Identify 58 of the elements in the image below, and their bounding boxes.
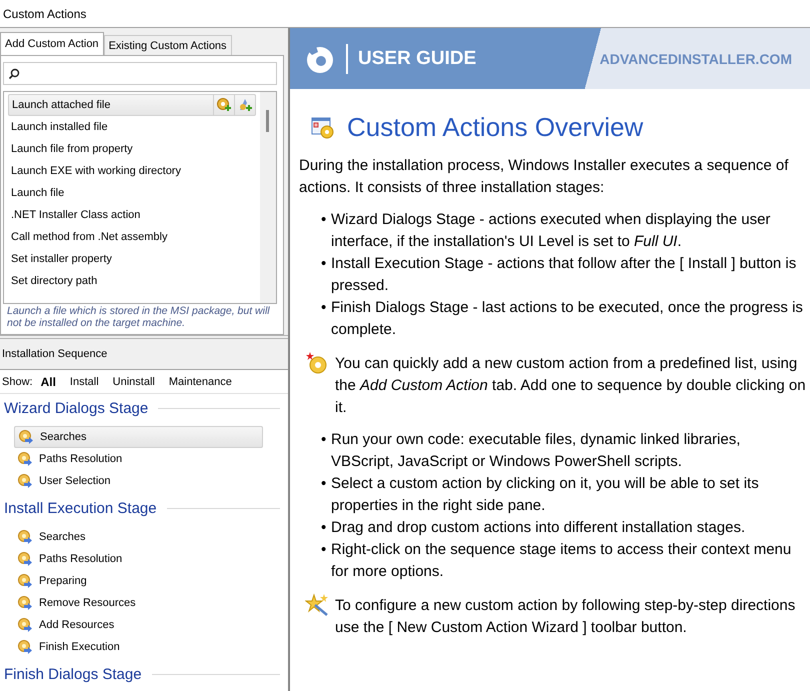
filter-link[interactable]: All [40,374,56,388]
intro-paragraph: During the installation process, Windows Installer executes a sequence of actions. It consists of three installation stages: [299,156,790,198]
sequence-item[interactable]: Add Resources [14,614,263,636]
stage-title: Wizard Dialogs Stage [4,400,148,416]
bullet-marker: • [321,210,328,230]
new-gear-icon [305,351,329,375]
action-description: Launch a file which is stored in the MSI package, but will not be installed on the target machine. [6,304,271,330]
bullet-marker: • [321,430,328,450]
list-item[interactable]: .NET Installer Class action [8,204,256,226]
bullet-text: Install Execution Stage - actions that follow after the [ Install ] button is pressed. [331,254,798,296]
list-item[interactable]: Set installer property [8,248,256,270]
bullet-text: Select a custom action by clicking on it, you will be able to set its properties in the right side pane. [331,474,760,516]
bullet-marker: • [321,518,328,538]
sequence-item[interactable]: Paths Resolution [14,548,263,570]
sequence-item[interactable]: Paths Resolution [14,448,263,470]
bullet-marker: • [321,540,328,560]
sequence-item[interactable]: Remove Resources [14,592,263,614]
list-item[interactable]: Launch file [8,182,256,204]
panel-title: Installation Sequence [2,348,108,360]
bullet-marker: • [321,474,328,494]
bullet-text: Drag and drop custom actions into different installation stages. [331,518,746,538]
list-item[interactable]: Launch EXE with working directory [8,160,256,182]
page-heading: Custom Actions Overview [347,111,644,143]
search-field[interactable] [3,62,277,85]
add-script-icon[interactable] [234,95,255,115]
window-gear-icon [311,115,335,139]
sequence-item[interactable]: Searches [14,426,263,448]
banner-title: USER GUIDE [358,48,476,70]
list-item[interactable]: Launch file from property [8,138,256,160]
tab[interactable]: Existing Custom Actions [104,35,232,55]
filter-link[interactable]: Install [70,376,99,388]
list-item[interactable]: Launch installed file [8,116,256,138]
sequence-item[interactable]: Preparing [14,570,263,592]
magic-wand-icon [305,593,329,617]
filter-link[interactable]: Uninstall [112,376,155,388]
bullet-text: Wizard Dialogs Stage - actions executed when displaying the user interface, if the installation's UI Level is set to Full UI. [331,210,772,252]
bullet-text: Run your own code: executable files, dynamic linked libraries, VBScript, JavaScript or Windows PowerShell scripts. [331,430,742,472]
scrollbar[interactable] [260,92,276,303]
stage-title: Finish Dialogs Stage [4,666,142,682]
sequence-item[interactable]: Finish Execution [14,636,263,658]
bullet-text: Finish Dialogs Stage - last actions to be executed, once the progress is complete. [331,298,804,340]
search-icon [8,68,20,80]
list-item[interactable]: Call method from .Net assembly [8,226,256,248]
add-gear-icon[interactable] [213,95,234,115]
filter-link[interactable]: Maintenance [168,376,232,388]
window-title: Custom Actions [3,6,86,20]
show-label: Show: [2,376,33,388]
bullet-marker: • [321,298,328,318]
bullet-text: Right-click on the sequence stage items to access their context menu for more options. [331,540,792,582]
stage-title: Install Execution Stage [4,500,157,516]
tab[interactable]: Add Custom Action [0,32,104,55]
list-item[interactable]: Launch attached file [8,94,256,116]
sequence-item[interactable]: User Selection [14,470,263,492]
list-item[interactable]: Set directory path [8,270,256,292]
tip-paragraph: To configure a new custom action by following step-by-step directions use the [ New Custom Action Wizard ] toolbar button. [335,596,796,638]
sequence-item[interactable]: Searches [14,526,263,548]
bullet-marker: • [321,254,328,274]
tip-paragraph: You can quickly add a new custom action from a predefined list, using the Add Custom Action tab. Add one to sequence by double clicking on it. [335,354,806,418]
